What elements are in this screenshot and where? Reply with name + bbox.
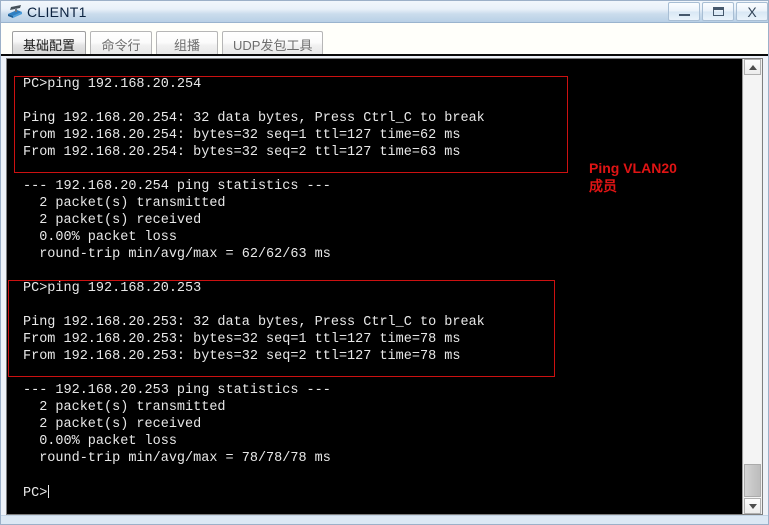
console-line-text: From 192.168.20.254: bytes=32 seq=2 ttl=… — [23, 145, 461, 160]
tab-bar-underline — [1, 54, 768, 56]
client-device-icon — [6, 4, 24, 20]
console-line-text: 2 packet(s) received — [23, 417, 202, 432]
window-titlebar: CLIENT1 X — [1, 1, 768, 23]
console-line-text: From 192.168.20.254: bytes=32 seq=1 ttl=… — [23, 128, 461, 143]
console-line: From 192.168.20.253: bytes=32 seq=1 ttl=… — [23, 332, 460, 348]
scroll-down-button[interactable] — [744, 498, 761, 514]
window-statusbar — [1, 515, 768, 524]
minimize-icon — [678, 14, 690, 16]
console-line: round-trip min/avg/max = 62/62/63 ms — [23, 247, 331, 263]
console-line-text: Ping 192.168.20.253: 32 data bytes, Pres… — [23, 315, 485, 330]
tab-label: UDP发包工具 — [233, 37, 313, 53]
console-line: 0.00% packet loss — [23, 230, 177, 246]
maximize-icon — [712, 7, 724, 16]
console-line: PC>ping 192.168.20.253 — [23, 281, 201, 297]
tab-bar: 基础配置 命令行 组播 UDP发包工具 — [1, 23, 768, 56]
client1-window: CLIENT1 X 基础配置 命令行 组播 UDP发包工具 PC>ping 192.1… — [0, 0, 769, 525]
scroll-down-arrow-icon — [748, 503, 757, 509]
console-line-text: 2 packet(s) transmitted — [23, 196, 226, 211]
console-line-text: PC>ping 192.168.20.254 — [23, 77, 202, 92]
tab-multicast[interactable]: 组播 — [156, 31, 219, 56]
close-icon: X — [747, 3, 757, 20]
tab-udp-tool[interactable]: UDP发包工具 — [222, 31, 324, 56]
scroll-up-button[interactable] — [744, 59, 761, 75]
window-title: CLIENT1 — [27, 3, 87, 20]
tab-basic-config[interactable]: 基础配置 — [12, 31, 87, 56]
console-output[interactable]: PC>ping 192.168.20.254 Ping 192.168.20.25… — [7, 59, 742, 514]
console-line: --- 192.168.20.254 ping statistics --- — [23, 179, 331, 195]
console-scrollbar[interactable] — [742, 59, 762, 514]
console-line: 0.00% packet loss — [23, 434, 177, 450]
console-line: PC>ping 192.168.20.254 — [23, 77, 201, 93]
console-line-text: 2 packet(s) received — [23, 213, 202, 228]
tab-label: 基础配置 — [23, 37, 76, 53]
console-line: 2 packet(s) transmitted — [23, 196, 226, 212]
console-line-text: From 192.168.20.253: bytes=32 seq=2 ttl=… — [23, 349, 461, 364]
tab-label: 组播 — [174, 37, 201, 53]
console-line-text: round-trip min/avg/max = 78/78/78 ms — [23, 451, 331, 466]
annotation-line-1: Ping VLAN20 — [589, 160, 677, 176]
scrollbar-track[interactable] — [744, 75, 761, 498]
console-line: Ping 192.168.20.254: 32 data bytes, Pres… — [23, 111, 485, 127]
console-line-text: PC>ping 192.168.20.253 — [23, 281, 202, 296]
ping-vlan20-note: Ping VLAN20 成员 — [589, 159, 677, 195]
console-line: round-trip min/avg/max = 78/78/78 ms — [23, 451, 331, 467]
console-line-text: From 192.168.20.253: bytes=32 seq=1 ttl=… — [23, 332, 461, 347]
scroll-up-arrow-icon — [748, 64, 757, 70]
console-frame: PC>ping 192.168.20.254 Ping 192.168.20.25… — [6, 58, 763, 515]
console-line-text: PC> — [23, 486, 48, 501]
console-line: From 192.168.20.253: bytes=32 seq=2 ttl=… — [23, 349, 460, 365]
console-line-text: round-trip min/avg/max = 62/62/63 ms — [23, 247, 331, 262]
minimize-button[interactable] — [668, 2, 700, 21]
console-line-text: 0.00% packet loss — [23, 434, 177, 449]
console-line: PC> — [23, 485, 50, 502]
window-controls: X — [666, 2, 768, 21]
tab-label: 命令行 — [101, 37, 141, 53]
scrollbar-thumb[interactable] — [744, 464, 761, 497]
console-line: From 192.168.20.254: bytes=32 seq=2 ttl=… — [23, 145, 460, 161]
console-line-text: Ping 192.168.20.254: 32 data bytes, Pres… — [23, 111, 485, 126]
console-line: 2 packet(s) received — [23, 417, 201, 433]
console-line: 2 packet(s) transmitted — [23, 400, 226, 416]
text-cursor — [48, 485, 50, 498]
console-line-text: --- 192.168.20.254 ping statistics --- — [23, 179, 331, 194]
close-button[interactable]: X — [736, 2, 768, 21]
console-line-text: 2 packet(s) transmitted — [23, 400, 226, 415]
console-line: From 192.168.20.254: bytes=32 seq=1 ttl=… — [23, 128, 460, 144]
annotation-line-2: 成员 — [589, 178, 617, 194]
console-line-text: --- 192.168.20.253 ping statistics --- — [23, 383, 331, 398]
console-line: Ping 192.168.20.253: 32 data bytes, Pres… — [23, 315, 485, 331]
console-line: 2 packet(s) received — [23, 213, 201, 229]
tab-command-line[interactable]: 命令行 — [90, 31, 153, 56]
console-line-text: 0.00% packet loss — [23, 230, 177, 245]
maximize-button[interactable] — [702, 2, 734, 21]
console-line: --- 192.168.20.253 ping statistics --- — [23, 383, 331, 399]
